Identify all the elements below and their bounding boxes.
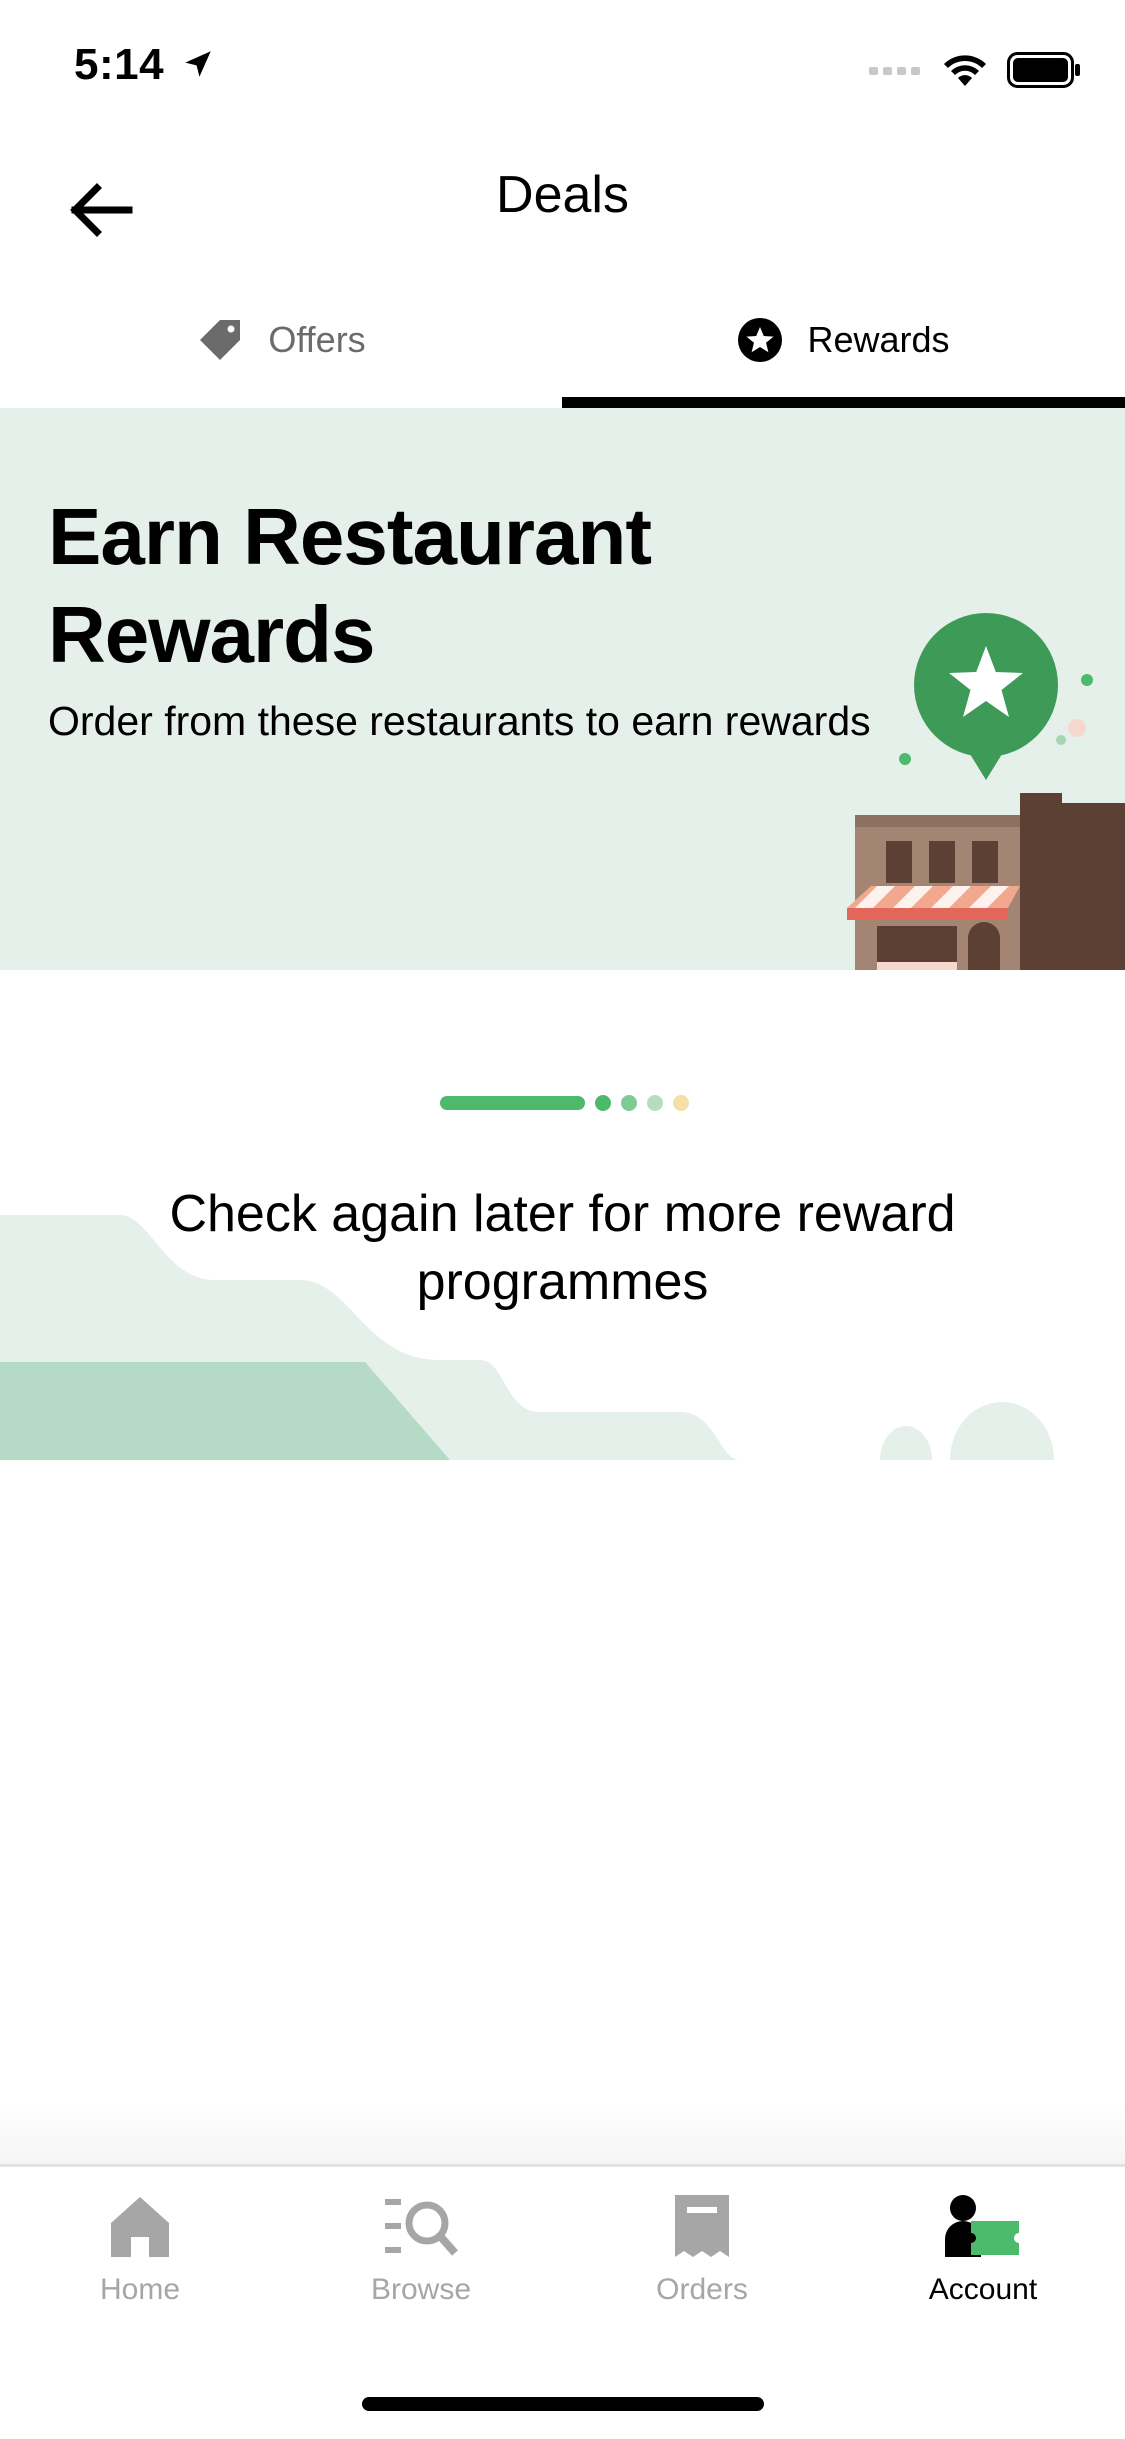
nav-account-label: Account	[928, 2273, 1038, 2306]
tab-offers[interactable]: Offers	[0, 300, 562, 380]
page-title: Deals	[496, 166, 629, 224]
nav-browse-label: Browse	[370, 2273, 472, 2306]
hero-subtitle: Order from these restaurants to earn rew…	[48, 698, 871, 744]
location-arrow-icon	[185, 51, 211, 77]
nav-home[interactable]: Home	[40, 2193, 240, 2307]
nav-home-label: Home	[99, 2273, 181, 2306]
wifi-icon	[944, 55, 986, 86]
browse-icon	[385, 2199, 458, 2256]
nav-orders-label: Orders	[656, 2273, 748, 2306]
illustration-progress-dots	[440, 1095, 689, 1111]
battery-icon	[1007, 52, 1080, 88]
nav-orders[interactable]: Orders	[602, 2193, 802, 2307]
cellular-signal-icon	[869, 67, 920, 75]
tab-rewards-label: Rewards	[807, 319, 950, 360]
tab-rewards[interactable]: Rewards	[562, 300, 1125, 380]
status-time: 5:14	[74, 40, 215, 90]
status-indicators	[869, 52, 1081, 88]
home-icon	[111, 2197, 169, 2257]
tag-icon	[200, 320, 241, 360]
home-indicator	[362, 2397, 764, 2411]
bottom-nav-shadow	[0, 2100, 1125, 2164]
nav-browse[interactable]: Browse	[321, 2193, 521, 2307]
restaurant-storefront-illustration	[847, 613, 1125, 970]
receipt-icon	[675, 2195, 729, 2257]
hero-title: Earn Restaurant Rewards	[48, 492, 652, 679]
tab-active-indicator	[562, 397, 1125, 408]
account-icon	[945, 2195, 1019, 2257]
nav-account[interactable]: Account	[883, 2193, 1083, 2307]
tab-offers-label: Offers	[268, 319, 366, 360]
star-badge-icon	[738, 318, 783, 362]
empty-state-message: Check again later for more reward progra…	[169, 1185, 956, 1311]
rewards-hero-banner: Earn Restaurant Rewards Order from these…	[0, 408, 1125, 970]
